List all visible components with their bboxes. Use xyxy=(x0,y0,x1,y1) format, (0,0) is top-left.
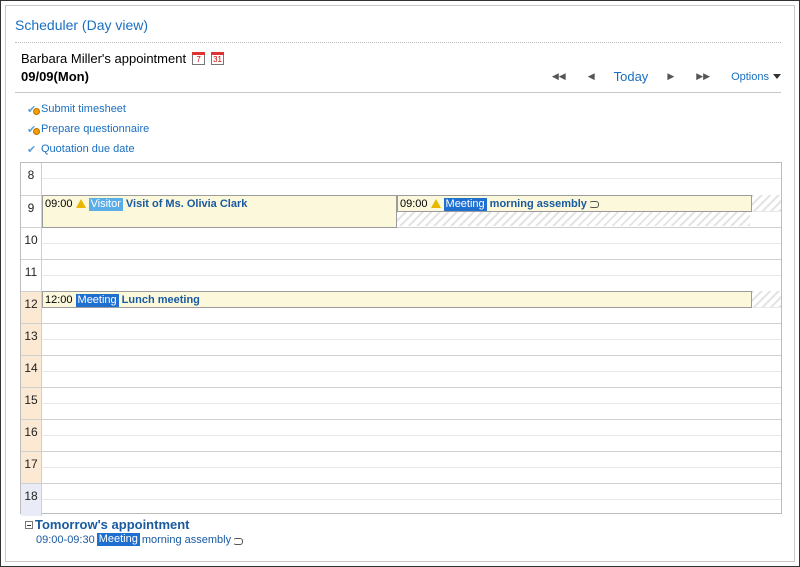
tomorrow-event-time: 09:00-09:30 xyxy=(36,533,95,546)
caret-down-icon xyxy=(773,74,781,80)
busy-hatch xyxy=(752,291,781,307)
hour-label: 9 xyxy=(21,196,42,228)
event-title: morning assembly xyxy=(489,198,587,210)
current-date: 09/09(Mon) xyxy=(21,69,89,84)
todo-label: Prepare questionnaire xyxy=(41,123,150,135)
hour-row[interactable]: 10 xyxy=(21,227,781,260)
event-title: Lunch meeting xyxy=(121,294,200,306)
event-lunch-meeting[interactable]: 12:00 Meeting Lunch meeting xyxy=(42,291,752,308)
today-button[interactable]: Today xyxy=(614,69,649,84)
day-grid: 8 9 10 11 12 13 14 15 16 17 18 09:00 Vis… xyxy=(20,162,782,516)
warning-icon xyxy=(430,199,441,208)
todo-item[interactable]: ✔ Submit timesheet xyxy=(27,99,149,119)
hour-label: 8 xyxy=(21,163,42,195)
tomorrow-event[interactable]: 09:00-09:30 Meeting morning assembly xyxy=(36,533,244,546)
next-day-icon[interactable]: ▶ xyxy=(667,71,674,82)
todo-list: ✔ Submit timesheet ✔ Prepare questionnai… xyxy=(27,99,149,159)
hour-label: 15 xyxy=(21,388,42,420)
event-morning-assembly[interactable]: 09:00 Meeting morning assembly xyxy=(397,195,752,212)
check-warning-icon: ✔ xyxy=(27,123,41,136)
tomorrow-section: Tomorrow's appointment 09:00-09:30 Meeti… xyxy=(25,517,244,546)
date-navigation: ◀◀ ◀ Today ▶ ▶▶ Options xyxy=(541,69,781,84)
check-icon: ✔ xyxy=(27,143,37,156)
tomorrow-header[interactable]: Tomorrow's appointment xyxy=(25,517,243,532)
event-tag: Meeting xyxy=(75,294,119,307)
hour-row[interactable]: 8 xyxy=(21,163,781,195)
hour-label: 18 xyxy=(21,484,42,516)
todo-label: Submit timesheet xyxy=(41,103,126,115)
hour-row[interactable]: 15 xyxy=(21,387,781,420)
todo-item[interactable]: ✔ Prepare questionnaire xyxy=(27,119,149,139)
event-time: 12:00 xyxy=(45,294,73,306)
event-visitor[interactable]: 09:00 Visitor Visit of Ms. Olivia Clark xyxy=(42,195,397,228)
tomorrow-heading: Tomorrow's appointment xyxy=(35,517,190,532)
options-menu-button[interactable]: Options xyxy=(731,71,781,83)
tomorrow-event-title: morning assembly xyxy=(141,533,232,546)
event-time: 09:00 xyxy=(400,198,428,210)
event-tag: Visitor xyxy=(88,198,123,211)
hour-label: 17 xyxy=(21,452,42,484)
hour-label: 14 xyxy=(21,356,42,388)
hour-row[interactable]: 16 xyxy=(21,419,781,452)
previous-week-icon[interactable]: ◀◀ xyxy=(552,71,566,82)
busy-hatch xyxy=(752,195,781,211)
hour-label: 13 xyxy=(21,324,42,356)
hour-row[interactable]: 17 xyxy=(21,451,781,484)
hour-label: 16 xyxy=(21,420,42,452)
warning-icon xyxy=(75,199,86,208)
event-tag: Meeting xyxy=(96,533,140,546)
window-frame: Scheduler (Day view) Barbara Miller's ap… xyxy=(0,0,800,567)
month-view-icon[interactable]: 31 xyxy=(211,52,225,65)
title-divider xyxy=(15,42,781,43)
event-tag: Meeting xyxy=(443,198,487,211)
repeat-icon xyxy=(588,201,599,208)
owner-label: Barbara Miller's appointment xyxy=(21,51,187,66)
next-week-icon[interactable]: ▶▶ xyxy=(696,71,710,82)
hour-row[interactable]: 13 xyxy=(21,323,781,356)
todo-label: Quotation due date xyxy=(41,143,135,155)
hour-row[interactable]: 14 xyxy=(21,355,781,388)
hour-row[interactable]: 11 xyxy=(21,259,781,292)
header-divider xyxy=(15,92,781,93)
page-title: Scheduler (Day view) xyxy=(15,17,149,33)
busy-hatch xyxy=(397,211,750,226)
event-time: 09:00 xyxy=(45,198,73,210)
hour-label: 10 xyxy=(21,228,42,260)
hour-label: 12 xyxy=(21,292,42,324)
todo-item[interactable]: ✔ Quotation due date xyxy=(27,139,149,159)
week-view-icon[interactable]: 7 xyxy=(192,52,206,65)
previous-day-icon[interactable]: ◀ xyxy=(588,71,595,82)
hour-row[interactable]: 18 xyxy=(21,483,781,516)
check-warning-icon: ✔ xyxy=(27,103,41,116)
event-title: Visit of Ms. Olivia Clark xyxy=(125,198,248,210)
hour-label: 11 xyxy=(21,260,42,292)
owner-header: Barbara Miller's appointment 7 31 xyxy=(21,51,225,66)
repeat-icon xyxy=(233,537,244,545)
collapse-icon[interactable] xyxy=(25,520,33,529)
